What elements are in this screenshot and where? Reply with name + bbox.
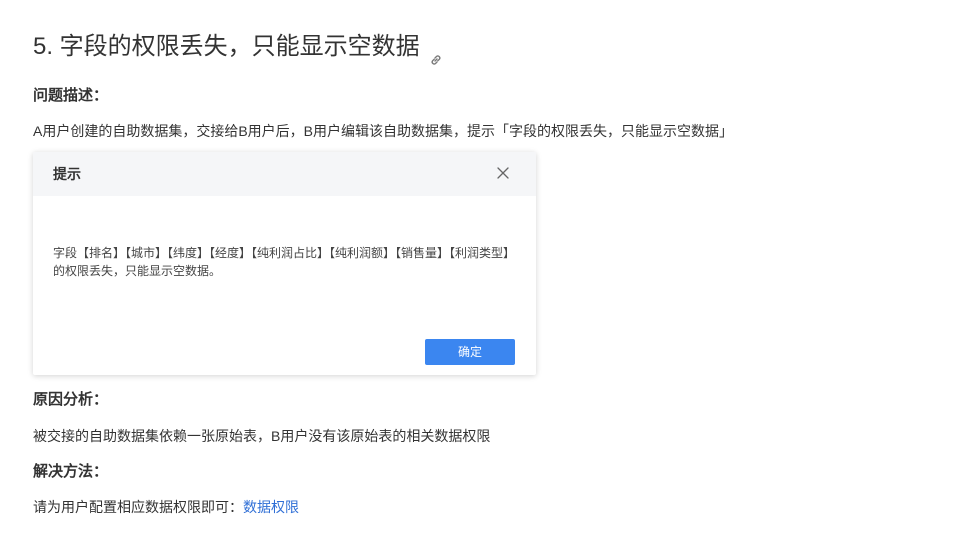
heading-title: 5. 字段的权限丢失，只能显示空数据 (33, 33, 420, 60)
solution-description: 请为用户配置相应数据权限即可：数据权限 (33, 497, 299, 517)
link-icon[interactable] (429, 43, 443, 65)
problem-description: A用户创建的自助数据集，交接给B用户后，B用户编辑该自助数据集，提示「字段的权限… (33, 123, 734, 139)
problem-label: 问题描述： (33, 87, 109, 104)
prompt-dialog-screenshot: 提示 字段【排名】【城市】【纬度】【经度】【纯利润占比】【纯利润额】【销售量】【… (33, 152, 536, 375)
data-permission-link[interactable]: 数据权限 (243, 499, 299, 515)
section-heading: 5. 字段的权限丢失，只能显示空数据 (33, 30, 443, 65)
dialog-title: 提示 (53, 166, 81, 182)
solution-text: 请为用户配置相应数据权限即可： (33, 499, 243, 515)
dialog-message: 字段【排名】【城市】【纬度】【经度】【纯利润占比】【纯利润额】【销售量】【利润类… (53, 246, 516, 278)
close-icon[interactable] (496, 166, 510, 180)
cause-label: 原因分析： (33, 391, 109, 408)
dialog-header: 提示 (33, 152, 536, 196)
solution-label: 解决方法： (33, 463, 109, 480)
confirm-button[interactable]: 确定 (425, 339, 515, 365)
cause-description: 被交接的自助数据集依赖一张原始表，B用户没有该原始表的相关数据权限 (33, 428, 491, 444)
